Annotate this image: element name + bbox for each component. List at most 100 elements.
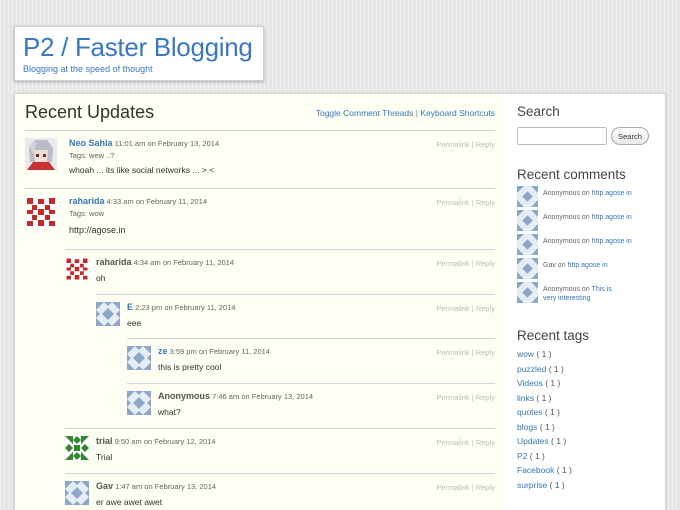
- recent-comment-item: Gav on http agose in: [517, 258, 665, 279]
- blue-identicon-avatar[interactable]: [127, 346, 151, 370]
- permalink-link[interactable]: Permalink: [436, 438, 469, 447]
- comment-actions: Permalink | Reply: [436, 348, 495, 357]
- post: Neo Sahia 11:01 am on February 13, 2014 …: [25, 130, 495, 190]
- reply-link[interactable]: Reply: [476, 304, 495, 313]
- post-actions: Permalink | Reply: [436, 198, 495, 207]
- tag-count: ( 1 ): [545, 378, 560, 388]
- blue-identicon-avatar[interactable]: [517, 186, 538, 207]
- recent-comments-title: Recent comments: [517, 167, 626, 182]
- content-wrapper: Recent Updates Toggle Comment Threads | …: [14, 93, 666, 510]
- tag-item: wow ( 1 ): [517, 349, 552, 359]
- tags-label: Tags:: [69, 209, 87, 218]
- search-title: Search: [517, 104, 560, 119]
- permalink-link[interactable]: Permalink: [436, 348, 469, 357]
- page-title: Recent Updates: [25, 102, 154, 123]
- reply-link[interactable]: Reply: [476, 259, 495, 268]
- recent-comment-link[interactable]: http agose in: [592, 238, 632, 245]
- actions-separator: |: [472, 198, 474, 207]
- recent-comment-link[interactable]: http agose in: [592, 190, 632, 197]
- comment-actions: Permalink | Reply: [436, 393, 495, 402]
- actions-separator: |: [472, 483, 474, 492]
- post-on: on: [136, 197, 144, 206]
- recent-comment-on: on: [582, 214, 590, 221]
- blue-identicon-avatar[interactable]: [127, 391, 151, 415]
- tag-link[interactable]: quotes: [517, 407, 543, 417]
- reply-link[interactable]: Reply: [476, 198, 495, 207]
- tag-link[interactable]: blogs: [517, 422, 537, 432]
- tag-link[interactable]: wow: [517, 349, 534, 359]
- post-author-link[interactable]: raharida: [69, 196, 105, 206]
- tag-link[interactable]: wow: [89, 209, 104, 218]
- tag-link[interactable]: wew ..?: [89, 151, 114, 160]
- comment-author[interactable]: raharida: [96, 257, 132, 267]
- search-button[interactable]: Search: [611, 127, 649, 145]
- comment-actions: Permalink | Reply: [436, 438, 495, 447]
- comment-time: 9:50 am: [115, 437, 142, 446]
- reply-link[interactable]: Reply: [476, 348, 495, 357]
- actions-separator: |: [472, 259, 474, 268]
- tag-item: links ( 1 ): [517, 393, 552, 403]
- search-input[interactable]: [517, 127, 607, 145]
- tag-link[interactable]: surprise: [517, 480, 547, 490]
- blue-identicon-avatar[interactable]: [517, 258, 538, 279]
- permalink-link[interactable]: Permalink: [436, 259, 469, 268]
- blue-identicon-avatar[interactable]: [65, 481, 89, 505]
- recent-comment-link[interactable]: http agose in: [568, 262, 608, 269]
- reply-link[interactable]: Reply: [476, 438, 495, 447]
- site-title[interactable]: P2 / Faster Blogging: [23, 33, 255, 61]
- permalink-link[interactable]: Permalink: [436, 393, 469, 402]
- reply-link[interactable]: Reply: [476, 393, 495, 402]
- blue-identicon-avatar[interactable]: [96, 302, 120, 326]
- tag-item: quotes ( 1 ): [517, 407, 560, 417]
- red-identicon-avatar[interactable]: [65, 257, 89, 281]
- sidebar: Search Search Recent comments Anonymous …: [515, 94, 665, 510]
- tag-link[interactable]: Updates: [517, 436, 549, 446]
- tag-link[interactable]: Facebook: [517, 465, 554, 475]
- tag-link[interactable]: Videos: [517, 378, 543, 388]
- green-identicon-avatar[interactable]: [65, 436, 89, 460]
- reply-link[interactable]: Reply: [476, 140, 495, 149]
- keyboard-shortcuts-link[interactable]: Keyboard Shortcuts: [420, 108, 495, 118]
- post-author-link[interactable]: Neo Sahia: [69, 138, 113, 148]
- blue-identicon-avatar[interactable]: [517, 282, 538, 303]
- comment-author[interactable]: trial: [96, 436, 113, 446]
- post-body: whoah ... its like social networks ... >…: [69, 165, 214, 175]
- anime-avatar[interactable]: [25, 138, 57, 170]
- tag-count: ( 1 ): [536, 349, 551, 359]
- comment-author-link[interactable]: ze: [158, 346, 168, 356]
- blue-identicon-avatar[interactable]: [517, 234, 538, 255]
- red-identicon-avatar[interactable]: [25, 196, 57, 228]
- comment-meta: Gav 1:47 am on February 13, 2014: [96, 481, 216, 491]
- recent-comment-author: Anonymous: [543, 286, 580, 293]
- comment-author-link[interactable]: E: [127, 302, 133, 312]
- tag-item: Updates ( 1 ): [517, 436, 566, 446]
- comment-meta: E 2:23 pm on February 11, 2014: [127, 302, 235, 312]
- recent-comment-item: Anonymous on http agose in: [517, 210, 665, 231]
- comment-author[interactable]: Gav: [96, 481, 113, 491]
- comment-meta: trial 9:50 am on February 12, 2014: [96, 436, 216, 446]
- tag-item: P2 ( 1 ): [517, 451, 545, 461]
- tag-item: Facebook ( 1 ): [517, 465, 572, 475]
- post-body-link[interactable]: http://agose.in: [69, 225, 126, 235]
- permalink-link[interactable]: Permalink: [436, 140, 469, 149]
- tag-link[interactable]: puzzled: [517, 364, 546, 374]
- blue-identicon-avatar[interactable]: [517, 210, 538, 231]
- post-date: February 13, 2014: [158, 139, 219, 148]
- comment: raharida 4:34 am on February 11, 2014 Pe…: [65, 249, 495, 293]
- permalink-link[interactable]: Permalink: [436, 483, 469, 492]
- comment-actions: Permalink | Reply: [436, 259, 495, 268]
- reply-link[interactable]: Reply: [476, 483, 495, 492]
- permalink-link[interactable]: Permalink: [436, 198, 469, 207]
- recent-comment-link[interactable]: http agose in: [592, 214, 632, 221]
- comment: E 2:23 pm on February 11, 2014 Permalink…: [96, 294, 495, 338]
- comment-date: February 11, 2014: [173, 258, 234, 267]
- toggle-comment-threads-link[interactable]: Toggle Comment Threads: [316, 108, 414, 118]
- tag-link[interactable]: P2: [517, 451, 527, 461]
- tag-count: ( 1 ): [540, 422, 555, 432]
- tag-link[interactable]: links: [517, 393, 534, 403]
- permalink-link[interactable]: Permalink: [436, 304, 469, 313]
- recent-comment-item: Anonymous on http agose in: [517, 186, 665, 207]
- comment-date: February 12, 2014: [154, 437, 215, 446]
- post-tags: Tags: wew ..?: [69, 151, 114, 160]
- post-on: on: [147, 139, 155, 148]
